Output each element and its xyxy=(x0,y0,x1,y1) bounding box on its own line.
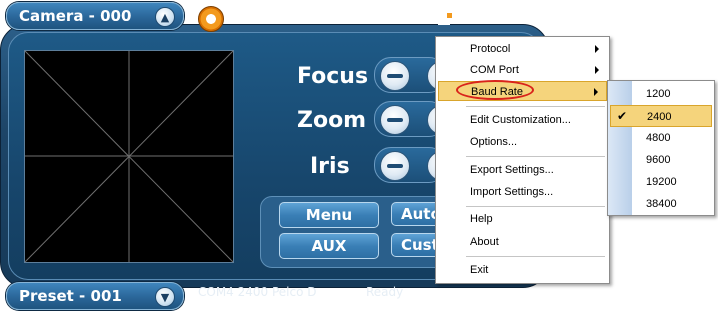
menu-item-exit[interactable]: Exit xyxy=(438,260,607,280)
menu-item-export-settings[interactable]: Export Settings... xyxy=(438,160,607,180)
annotation-highlight-ellipse xyxy=(456,80,534,100)
checkmark-icon: ✔ xyxy=(617,109,628,123)
menu-item-protocol[interactable]: Protocol xyxy=(438,39,607,59)
menu-item-edit-customization[interactable]: Edit Customization... xyxy=(438,110,607,130)
baud-option[interactable]: 1200 xyxy=(610,83,712,105)
app-title: PTZ Controller xyxy=(228,4,399,28)
aux-button[interactable]: AUX xyxy=(279,233,379,259)
help-button[interactable]: ? xyxy=(464,8,474,29)
close-button[interactable]: × xyxy=(514,8,529,29)
ready-status: Ready xyxy=(366,285,404,299)
camera-label: Camera - 000 xyxy=(19,7,132,25)
preset-selector[interactable]: Preset - 001 ▼ xyxy=(6,282,184,310)
connection-status: COM4 2400 Pelco D xyxy=(198,285,317,299)
baud-option[interactable]: 38400 xyxy=(610,193,712,215)
submenu-arrow-icon xyxy=(595,45,599,53)
menu-item-import-settings[interactable]: Import Settings... xyxy=(438,182,607,202)
ptz-direction-pad[interactable] xyxy=(24,50,234,263)
menu-item-about[interactable]: About xyxy=(438,232,607,252)
submenu-arrow-icon xyxy=(595,66,599,74)
minimize-button[interactable]: – xyxy=(490,8,499,29)
submenu-arrow-icon xyxy=(594,88,598,96)
menu-stack-icon[interactable] xyxy=(436,10,454,33)
camera-selector[interactable]: Camera - 000 ▲ xyxy=(6,2,184,30)
direction-grid-icon xyxy=(25,51,233,262)
baud-option[interactable]: 19200 xyxy=(610,171,712,193)
menu-button[interactable]: Menu xyxy=(279,202,379,228)
iris-minus-button[interactable] xyxy=(380,151,410,181)
focus-minus-button[interactable] xyxy=(380,61,410,91)
menu-separator xyxy=(466,256,605,257)
baud-rate-submenu: 1200 ✔ 2400 4800 9600 19200 38400 xyxy=(607,80,715,216)
zoom-label: Zoom xyxy=(297,108,367,133)
settings-context-menu: Protocol COM Port Baud Rate Edit Customi… xyxy=(435,36,610,284)
menu-separator xyxy=(466,106,605,107)
menu-separator xyxy=(466,206,605,207)
menu-item-com-port[interactable]: COM Port xyxy=(438,60,607,80)
chevron-up-icon[interactable]: ▲ xyxy=(155,7,175,27)
baud-option-selected[interactable]: ✔ 2400 xyxy=(610,105,712,127)
chevron-down-icon[interactable]: ▼ xyxy=(155,287,175,307)
zoom-minus-button[interactable] xyxy=(380,105,410,135)
menu-item-help[interactable]: Help xyxy=(438,209,607,229)
focus-label: Focus xyxy=(297,64,369,89)
preset-label: Preset - 001 xyxy=(19,287,122,305)
baud-option[interactable]: 9600 xyxy=(610,149,712,171)
iris-label: Iris xyxy=(310,154,350,179)
baud-option[interactable]: 4800 xyxy=(610,127,712,149)
menu-separator xyxy=(466,156,605,157)
eye-logo-icon xyxy=(198,6,224,32)
menu-item-options[interactable]: Options... xyxy=(438,132,607,152)
title-bar: PTZ Controller ? – × xyxy=(188,2,544,34)
